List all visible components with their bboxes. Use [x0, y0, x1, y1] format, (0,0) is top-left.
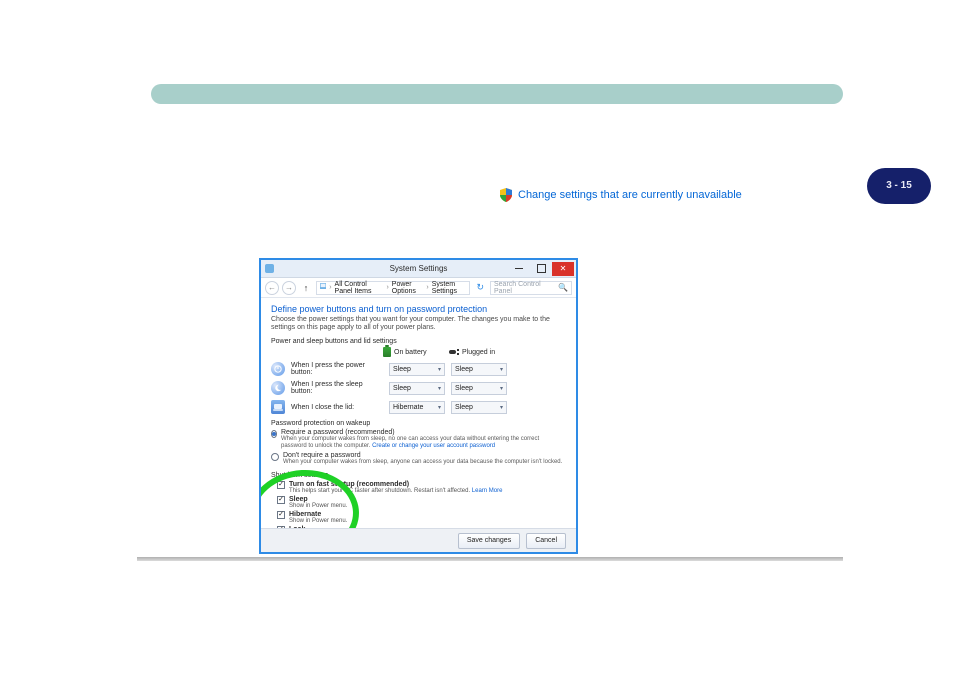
checkbox-on-icon: [277, 511, 285, 519]
power-button-plugged-select[interactable]: Sleep▾: [451, 363, 507, 376]
sleep-button-icon: [271, 381, 285, 395]
sleep-button-label: When I press the sleep button:: [291, 381, 383, 395]
uac-shield-icon: [500, 188, 512, 202]
power-button-label: When I press the power button:: [291, 362, 383, 376]
pw-none-label: Don't require a password: [283, 452, 361, 459]
figure-divider: [137, 557, 843, 561]
chevron-down-icon: ▾: [500, 404, 503, 411]
search-placeholder: Search Control Panel: [494, 281, 558, 295]
window-content: Define power buttons and turn on passwor…: [261, 298, 576, 552]
save-changes-button[interactable]: Save changes: [458, 533, 520, 549]
refresh-button[interactable]: ↻: [473, 282, 487, 293]
window-app-icon: [265, 264, 274, 273]
search-control-panel[interactable]: Search Control Panel 🔍: [490, 281, 572, 295]
checkbox-on-icon: [277, 481, 285, 489]
pw-account-link[interactable]: Create or change your user account passw…: [372, 443, 495, 449]
radio-no-password[interactable]: Don't require a password When your compu…: [271, 452, 566, 466]
radio-require-password[interactable]: Require a password (recommended) When yo…: [271, 429, 566, 450]
power-button-row: When I press the power button: Sleep▾ Sl…: [271, 362, 566, 376]
window-controls: [508, 262, 574, 276]
breadcrumb-2[interactable]: Power Options: [392, 281, 424, 295]
pw-required-label: Require a password (recommended): [281, 429, 395, 436]
chevron-down-icon: ▾: [500, 385, 503, 392]
sleep-button-battery-select[interactable]: Sleep▾: [389, 382, 445, 395]
search-icon: 🔍: [558, 283, 568, 292]
chevron-down-icon: ▾: [438, 404, 441, 411]
breadcrumb-1[interactable]: All Control Panel Items: [335, 281, 384, 295]
body-paragraph-2: Open the Power Options control panel, ch…: [158, 170, 838, 182]
chevron-down-icon: ▾: [438, 366, 441, 373]
page-heading: Define power buttons and turn on passwor…: [271, 304, 566, 314]
power-button-icon: [271, 362, 285, 376]
system-settings-window: System Settings ← → ↑ › All Control Pane…: [259, 258, 578, 554]
close-lid-battery-select[interactable]: Hibernate▾: [389, 401, 445, 414]
control-panel-icon: [320, 283, 326, 292]
window-maximize-button[interactable]: [530, 262, 552, 276]
cb-hibernate-label: Hibernate: [289, 511, 321, 518]
cb-hibernate-desc: Show in Power menu.: [289, 518, 347, 524]
nav-up-button[interactable]: ↑: [299, 281, 313, 295]
cb-fast-link[interactable]: Learn More: [472, 488, 503, 494]
section-power-sleep-label: Power and sleep buttons and lid settings: [271, 338, 566, 345]
cancel-button[interactable]: Cancel: [526, 533, 566, 549]
uac-instruction: Change settings that are currently unava…: [500, 188, 742, 202]
plugged-in-icon: [449, 348, 459, 356]
body-paragraph-1: Note that although Hibernate and Sleep a…: [158, 130, 838, 154]
breadcrumb-3[interactable]: System Settings: [432, 281, 467, 295]
breadcrumb-path[interactable]: › All Control Panel Items › Power Option…: [316, 281, 470, 295]
section-shutdown-label: Shutdown settings: [271, 472, 566, 479]
change-settings-link[interactable]: Change settings that are currently unava…: [518, 189, 742, 201]
checkbox-hibernate[interactable]: Hibernate Show in Power menu.: [277, 511, 566, 524]
close-lid-plugged-select[interactable]: Sleep▾: [451, 401, 507, 414]
close-lid-label: When I close the lid:: [291, 404, 383, 411]
body-paragraph-3: at the top of the window (you will need …: [158, 210, 838, 234]
battery-icon: [383, 347, 391, 357]
close-lid-row: When I close the lid: Hibernate▾ Sleep▾: [271, 400, 566, 414]
page-side-badge: 3 - 15: [867, 168, 931, 204]
cb-sleep-desc: Show in Power menu.: [289, 503, 347, 509]
window-title: System Settings: [390, 264, 448, 273]
window-titlebar: System Settings: [261, 260, 576, 278]
window-minimize-button[interactable]: [508, 262, 530, 276]
col-battery-label: On battery: [394, 349, 427, 356]
section-header-bar: [151, 84, 843, 104]
radio-off-icon: [271, 453, 279, 461]
checkbox-fast-startup[interactable]: Turn on fast startup (recommended) This …: [277, 481, 566, 494]
close-lid-icon: [271, 400, 285, 414]
column-headers: On battery Plugged in: [383, 347, 566, 357]
cb-sleep-label: Sleep: [289, 496, 308, 503]
chevron-down-icon: ▾: [438, 385, 441, 392]
sleep-button-row: When I press the sleep button: Sleep▾ Sl…: [271, 381, 566, 395]
dialog-footer: Save changes Cancel: [261, 528, 576, 552]
page-subtext: Choose the power settings that you want …: [271, 316, 566, 332]
window-close-button[interactable]: [552, 262, 574, 276]
checkbox-on-icon: [277, 496, 285, 504]
pw-none-desc: When your computer wakes from sleep, any…: [283, 459, 562, 466]
explorer-address-bar: ← → ↑ › All Control Panel Items › Power …: [261, 278, 576, 298]
nav-forward-button[interactable]: →: [282, 281, 296, 295]
power-button-battery-select[interactable]: Sleep▾: [389, 363, 445, 376]
cb-fast-label: Turn on fast startup (recommended): [289, 481, 409, 488]
nav-back-button[interactable]: ←: [265, 281, 279, 295]
chevron-down-icon: ▾: [500, 366, 503, 373]
radio-on-icon: [271, 430, 277, 438]
col-plugged-label: Plugged in: [462, 349, 495, 356]
section-password-label: Password protection on wakeup: [271, 420, 566, 427]
sleep-button-plugged-select[interactable]: Sleep▾: [451, 382, 507, 395]
checkbox-sleep[interactable]: Sleep Show in Power menu.: [277, 496, 566, 509]
cb-fast-desc: This helps start your PC faster after sh…: [289, 488, 470, 494]
